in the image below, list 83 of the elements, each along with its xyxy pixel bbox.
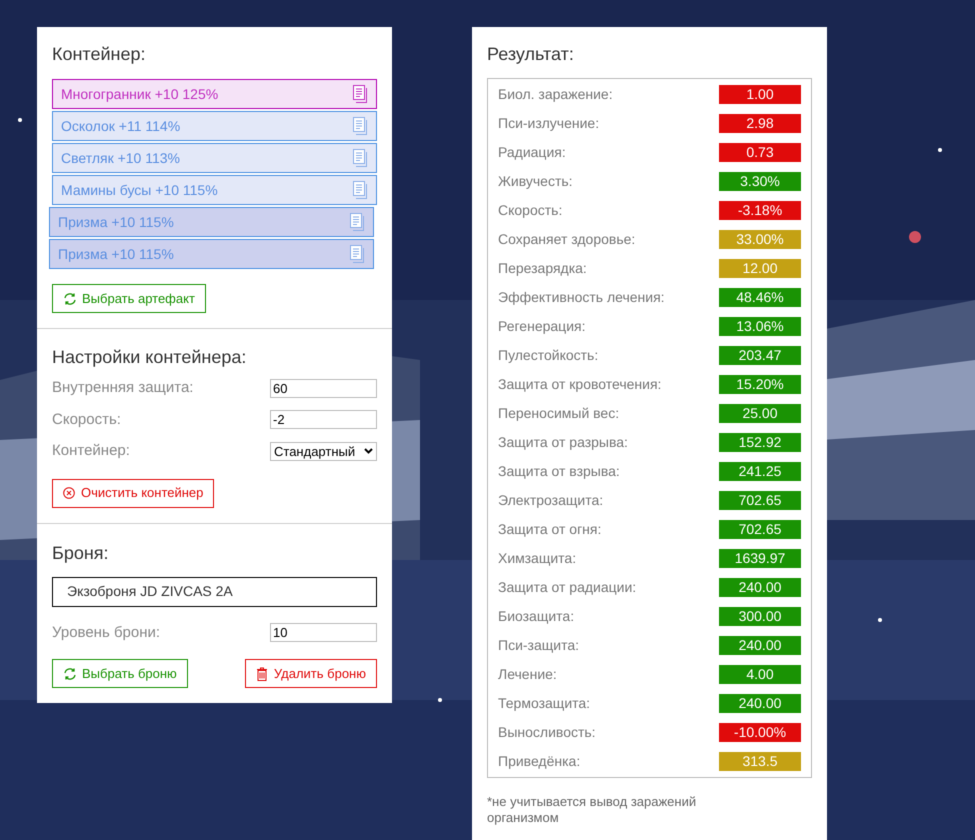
stat-value: 12.00 bbox=[719, 259, 801, 278]
stat-value: 3.30% bbox=[719, 172, 801, 191]
stat-value: 13.06% bbox=[719, 317, 801, 336]
choose-artifact-button[interactable]: Выбрать артефакт bbox=[52, 284, 206, 313]
armor-level-input[interactable]: 10 bbox=[270, 623, 377, 642]
section-title: Настройки контейнера: bbox=[52, 346, 248, 369]
field-label: Контейнер: bbox=[52, 441, 130, 461]
number-input[interactable]: 60 bbox=[270, 378, 377, 398]
stat-value: 152.92 bbox=[719, 433, 801, 452]
stat-label: Приведёнка: bbox=[498, 752, 580, 771]
stat-label: Сохраняет здоровье: bbox=[498, 230, 636, 249]
stat-label: Пси-защита: bbox=[498, 636, 580, 655]
close-icon bbox=[63, 487, 75, 499]
number-input[interactable]: -2 bbox=[270, 410, 377, 430]
stat-value: 300.00 bbox=[719, 607, 801, 626]
stat-value: 313.5 bbox=[719, 752, 801, 771]
stat-value: 15.20% bbox=[719, 375, 801, 394]
stat-value: 240.00 bbox=[719, 694, 801, 713]
stat-label: Защита от огня: bbox=[498, 520, 602, 539]
document-icon bbox=[349, 213, 365, 231]
stat-label: Пси-излучение: bbox=[498, 114, 600, 133]
container-select[interactable]: Стандартный bbox=[270, 442, 377, 461]
field-label: Внутренняя защита: bbox=[52, 378, 194, 398]
stat-label: Электрозащита: bbox=[498, 491, 604, 510]
refresh-icon bbox=[63, 666, 77, 680]
document-icon bbox=[352, 181, 368, 199]
artifact-item[interactable]: Осколок +11 114% bbox=[52, 111, 377, 141]
stat-label: Биозащита: bbox=[498, 607, 574, 626]
stat-label: Выносливость: bbox=[498, 723, 596, 742]
artifact-item[interactable]: Светляк +10 113% bbox=[52, 143, 377, 173]
section-title: Броня: bbox=[52, 542, 110, 565]
stat-value: -3.18% bbox=[719, 201, 801, 220]
section-title: Результат: bbox=[487, 43, 575, 66]
stat-label: Радиация: bbox=[498, 143, 566, 162]
stat-label: Скорость: bbox=[498, 201, 562, 220]
stat-label: Переносимый вес: bbox=[498, 404, 620, 423]
stat-value: 240.00 bbox=[719, 578, 801, 597]
stat-label: Эффективность лечения: bbox=[498, 288, 665, 307]
stat-value: 241.25 bbox=[719, 462, 801, 481]
stat-value: 240.00 bbox=[719, 636, 801, 655]
stat-label: Защита от кровотечения: bbox=[498, 375, 662, 394]
stat-value: 203.47 bbox=[719, 346, 801, 365]
stat-value: 25.00 bbox=[719, 404, 801, 423]
choose-armor-button[interactable]: Выбрать броню bbox=[52, 659, 188, 688]
document-icon bbox=[352, 149, 368, 167]
artifact-item[interactable]: Призма +10 115% bbox=[49, 239, 374, 269]
chevron-down-icon bbox=[364, 448, 373, 454]
clear-container-button[interactable]: Очистить контейнер bbox=[52, 478, 214, 508]
document-icon bbox=[352, 117, 368, 135]
stat-value: 2.98 bbox=[719, 114, 801, 133]
stat-value: 0.73 bbox=[719, 143, 801, 162]
stat-label: Защита от радиации: bbox=[498, 578, 636, 597]
artifact-item[interactable]: Призма +10 115% bbox=[49, 207, 374, 237]
stat-label: Живучесть: bbox=[498, 172, 573, 191]
stat-value: 1.00 bbox=[719, 85, 801, 104]
stat-value: -10.00% bbox=[719, 723, 801, 742]
field-label: Уровень брони: bbox=[52, 622, 160, 642]
stat-value: 48.46% bbox=[719, 288, 801, 307]
stat-label: Лечение: bbox=[498, 665, 557, 684]
footnote: *не учитывается вывод заражений организмом bbox=[487, 794, 698, 826]
delete-armor-button[interactable]: Удалить броню bbox=[244, 659, 377, 688]
field-label: Скорость: bbox=[52, 410, 121, 430]
stat-label: Регенерация: bbox=[498, 317, 586, 336]
trash-icon bbox=[256, 666, 268, 680]
stat-label: Пулестойкость: bbox=[498, 346, 598, 365]
armor-name-field[interactable]: Экзоброня JD ZIVCAS 2A bbox=[52, 576, 377, 606]
stat-label: Биол. заражение: bbox=[498, 85, 613, 104]
artifact-item[interactable]: Мамины бусы +10 115% bbox=[52, 175, 377, 205]
stat-value: 702.65 bbox=[719, 491, 801, 510]
document-icon bbox=[349, 245, 365, 263]
stat-value: 33.00% bbox=[719, 230, 801, 249]
stat-label: Термозащита: bbox=[498, 694, 590, 713]
stat-value: 702.65 bbox=[719, 520, 801, 539]
artifact-item[interactable]: Многогранник +10 125% bbox=[52, 79, 377, 109]
section-title: Контейнер: bbox=[52, 43, 147, 66]
stat-value: 1639.97 bbox=[719, 549, 801, 568]
stat-label: Защита от взрыва: bbox=[498, 462, 620, 481]
refresh-icon bbox=[63, 292, 77, 306]
document-icon bbox=[352, 85, 368, 103]
stat-value: 4.00 bbox=[719, 665, 801, 684]
stat-label: Химзащита: bbox=[498, 549, 576, 568]
stat-label: Защита от разрыва: bbox=[498, 433, 628, 452]
stat-label: Перезарядка: bbox=[498, 259, 587, 278]
